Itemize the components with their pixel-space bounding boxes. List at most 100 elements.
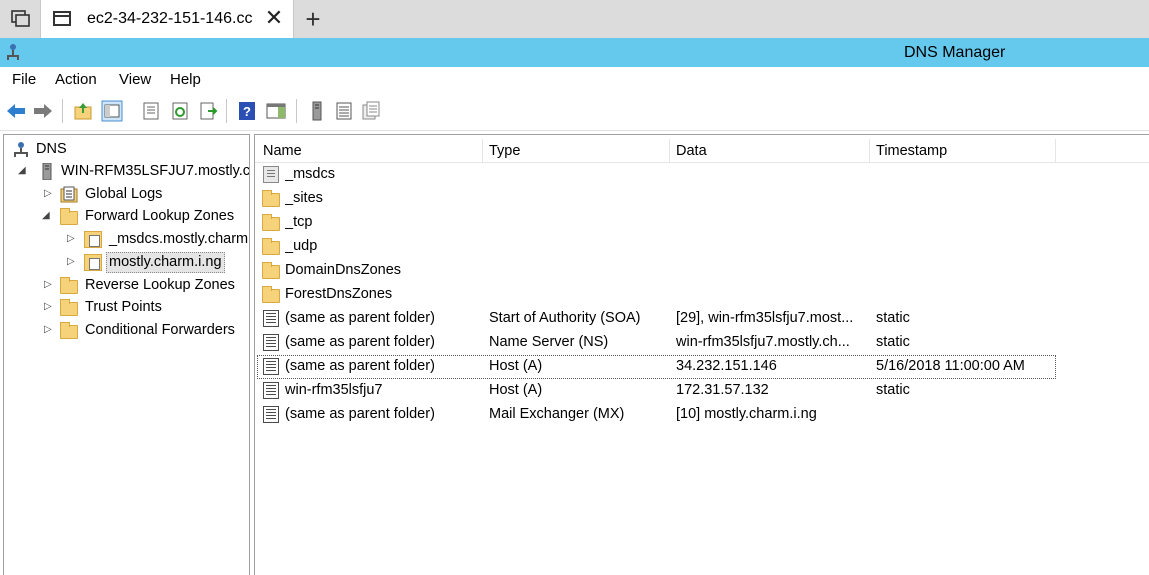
console-tree: DNS ◢ WIN-RFM35LSFJU7.mostly.c ▷ Global … (3, 134, 250, 575)
folder-icon (262, 238, 280, 255)
tree-label: Conditional Forwarders (85, 322, 235, 338)
tab-actions-button[interactable] (0, 0, 40, 38)
folder-icon (262, 190, 280, 207)
list-item[interactable]: win-rfm35lsfju7 Host (A) 172.31.57.132 s… (255, 379, 1149, 403)
server-icon[interactable] (306, 100, 328, 122)
export-list-icon[interactable] (198, 100, 220, 122)
list-header: Name Type Data Timestamp (255, 139, 1149, 163)
tree-root-dns[interactable]: DNS (4, 139, 244, 161)
collapse-arrow-icon[interactable]: ◢ (42, 210, 52, 222)
record-type: Mail Exchanger (MX) (489, 406, 625, 422)
tab-actions-icon (11, 10, 30, 27)
up-folder-icon[interactable] (72, 100, 94, 122)
record-name: DomainDnsZones (285, 262, 402, 278)
list-item[interactable]: DomainDnsZones (255, 259, 1149, 283)
record-name: _msdcs (285, 166, 335, 182)
tree-item-reverse-lookup-zones[interactable]: ▷ Reverse Lookup Zones (4, 275, 249, 297)
list-item[interactable]: (same as parent folder) Start of Authori… (255, 307, 1149, 331)
toolbar-separator (62, 99, 63, 123)
menu-help[interactable]: Help (170, 71, 201, 88)
expand-arrow-icon[interactable]: ▷ (44, 324, 54, 336)
record-timestamp: 5/16/2018 11:00:00 AM (876, 358, 1025, 374)
expand-arrow-icon[interactable]: ▷ (44, 301, 54, 313)
record-type: Host (A) (489, 358, 543, 374)
record-name: ForestDnsZones (285, 286, 393, 302)
expand-arrow-icon[interactable]: ▷ (67, 256, 77, 268)
server-icon (42, 163, 52, 180)
list-item[interactable]: ForestDnsZones (255, 283, 1149, 307)
folder-icon (262, 214, 280, 231)
record-name: (same as parent folder) (285, 358, 435, 374)
msdcs-icon (263, 166, 279, 183)
tree-item-conditional-forwarders[interactable]: ▷ Conditional Forwarders (4, 320, 249, 342)
record-name: win-rfm35lsfju7 (285, 382, 383, 398)
tree-label: WIN-RFM35LSFJU7.mostly.c (61, 163, 250, 179)
list-item[interactable]: _msdcs (255, 163, 1149, 187)
records-list: Name Type Data Timestamp _msdcs _sites _… (254, 134, 1149, 575)
folder-icon (60, 322, 78, 339)
menu-file[interactable]: File (12, 71, 36, 88)
tree-item-trust-points[interactable]: ▷ Trust Points (4, 297, 249, 319)
record-name: _udp (285, 238, 318, 254)
record-timestamp: static (876, 382, 910, 398)
column-header-type[interactable]: Type (483, 139, 670, 163)
column-header-name[interactable]: Name (257, 139, 483, 163)
expand-arrow-icon[interactable]: ▷ (44, 188, 54, 200)
column-header-timestamp[interactable]: Timestamp (870, 139, 1056, 163)
back-icon[interactable] (5, 100, 27, 122)
record-type: Name Server (NS) (489, 334, 609, 350)
list-item[interactable]: _udp (255, 235, 1149, 259)
record-icon (263, 382, 279, 399)
tree-server[interactable]: ◢ WIN-RFM35LSFJU7.mostly.c (4, 161, 249, 183)
list-item[interactable]: _tcp (255, 211, 1149, 235)
expand-arrow-icon[interactable]: ▷ (44, 279, 54, 291)
zone-icon (84, 254, 102, 271)
list-item[interactable]: (same as parent folder) Name Server (NS)… (255, 331, 1149, 355)
record-timestamp: static (876, 334, 910, 350)
tree-item-forward-lookup-zones[interactable]: ◢ Forward Lookup Zones (4, 206, 249, 228)
folder-icon (262, 286, 280, 303)
close-tab-icon[interactable]: ✕ (263, 7, 285, 29)
forward-icon[interactable] (32, 100, 54, 122)
record-name: _sites (285, 190, 323, 206)
refresh-icon[interactable] (169, 100, 191, 122)
tree-label: mostly.charm.i.ng (106, 252, 225, 273)
dns-manager-icon (7, 44, 19, 60)
list-icon[interactable] (333, 100, 355, 122)
list-item[interactable]: (same as parent folder) Mail Exchanger (… (255, 403, 1149, 427)
svg-text:?: ? (243, 104, 251, 119)
folder-icon (262, 262, 280, 279)
window-title: DNS Manager (904, 44, 1006, 61)
tree-item-mostly-charm-zone[interactable]: ▷ mostly.charm.i.ng (4, 252, 249, 274)
list-item[interactable]: _sites (255, 187, 1149, 211)
show-action-pane-icon[interactable] (265, 100, 287, 122)
zone-icon (84, 231, 102, 248)
collapse-arrow-icon[interactable]: ◢ (18, 165, 28, 177)
new-tab-button[interactable]: + (298, 4, 328, 34)
tree-label: DNS (36, 141, 67, 157)
tree-label: Reverse Lookup Zones (85, 277, 235, 293)
folder-icon (60, 208, 78, 225)
record-type: Host (A) (489, 382, 543, 398)
records-icon[interactable] (360, 100, 382, 122)
dns-icon (14, 142, 28, 157)
tree-item-msdcs-zone[interactable]: ▷ _msdcs.mostly.charm (4, 229, 249, 251)
record-timestamp: static (876, 310, 910, 326)
column-header-data[interactable]: Data (670, 139, 870, 163)
browser-tab[interactable]: ec2-34-232-151-146.cc ✕ (40, 0, 294, 38)
record-data: win-rfm35lsfju7.mostly.ch... (676, 334, 850, 350)
record-name: (same as parent folder) (285, 310, 435, 326)
record-data: [29], win-rfm35lsfju7.most... (676, 310, 854, 326)
help-icon[interactable]: ? (236, 100, 258, 122)
tree-item-global-logs[interactable]: ▷ Global Logs (4, 184, 249, 206)
record-data: 172.31.57.132 (676, 382, 769, 398)
expand-arrow-icon[interactable]: ▷ (67, 233, 77, 245)
global-logs-icon (60, 186, 78, 203)
record-icon (263, 358, 279, 375)
record-icon (263, 406, 279, 423)
properties-icon[interactable] (140, 100, 162, 122)
menu-action[interactable]: Action (55, 71, 97, 88)
list-item-focused[interactable]: (same as parent folder) Host (A) 34.232.… (255, 355, 1149, 379)
menu-view[interactable]: View (119, 71, 151, 88)
show-hide-console-tree-icon[interactable] (101, 100, 123, 122)
